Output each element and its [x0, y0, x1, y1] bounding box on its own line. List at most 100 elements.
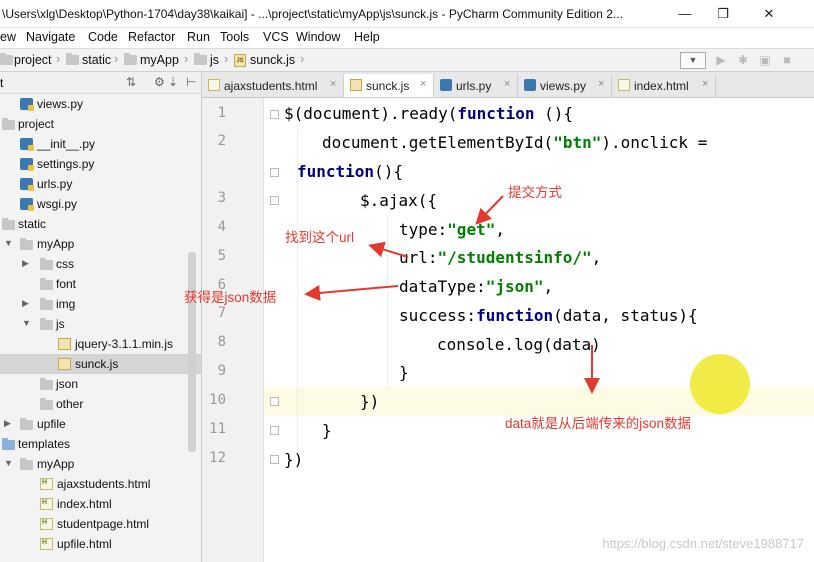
- code-token: function: [457, 104, 535, 123]
- code-token: ,: [495, 220, 505, 239]
- tree-item-css[interactable]: ▶ css: [0, 254, 201, 274]
- menu-tools[interactable]: Tools: [220, 30, 249, 44]
- tree-item-templates[interactable]: templates: [0, 434, 201, 454]
- project-scrollbar[interactable]: [188, 252, 196, 452]
- run-config-dropdown[interactable]: ▼: [680, 52, 706, 69]
- tree-item-font[interactable]: font: [0, 274, 201, 294]
- code-line-2-cont: function(){: [297, 162, 403, 181]
- code-token: "get": [447, 220, 496, 239]
- close-icon[interactable]: ×: [702, 78, 708, 90]
- chevron-down-icon[interactable]: ⇣: [168, 75, 178, 89]
- sync-icon[interactable]: ⇅: [126, 75, 136, 89]
- tree-item-myapp[interactable]: ▼ myApp: [0, 234, 201, 254]
- breadcrumb-static[interactable]: static: [82, 53, 111, 67]
- tree-item-js[interactable]: ▼ js: [0, 314, 201, 334]
- html-file-icon: [40, 478, 53, 490]
- debug-icon[interactable]: ✱: [734, 52, 752, 69]
- tree-item-init-py[interactable]: __init__.py: [0, 134, 201, 154]
- menu-view[interactable]: ew: [0, 30, 16, 44]
- code-token: ,: [543, 277, 554, 296]
- tree-item-label: upfile: [37, 417, 66, 431]
- tree-item-views-py[interactable]: views.py: [0, 94, 201, 114]
- tab-label: views.py: [540, 79, 587, 93]
- tree-item-json[interactable]: json: [0, 374, 201, 394]
- tree-item-img[interactable]: ▶ img: [0, 294, 201, 314]
- tab-ajaxstudents-html[interactable]: ajaxstudents.html ×: [202, 74, 344, 97]
- navigation-bar: project › static › myApp › js › JS sunck…: [0, 48, 814, 72]
- code-editor[interactable]: 1 2 3 4 5 6 7 8 9 10 11 12 $(document).r…: [202, 98, 814, 562]
- folder-icon: [66, 53, 79, 65]
- tree-item-ajaxstudents-html[interactable]: ajaxstudents.html: [0, 474, 201, 494]
- annotation-data-desc: data就是从后端传来的json数据: [505, 416, 692, 431]
- tree-item-other[interactable]: other: [0, 394, 201, 414]
- close-icon[interactable]: ×: [420, 78, 426, 90]
- coverage-icon[interactable]: ▣: [756, 52, 774, 69]
- code-token: document.getElementById(: [322, 133, 554, 152]
- menu-help[interactable]: Help: [354, 30, 380, 44]
- fold-marker-icon[interactable]: [270, 455, 279, 464]
- breadcrumb-myapp[interactable]: myApp: [140, 53, 179, 67]
- tree-item-jquery-js[interactable]: jquery-3.1.1.min.js: [0, 334, 201, 354]
- code-token: ).onclick =: [601, 133, 708, 152]
- tab-urls-py[interactable]: urls.py ×: [434, 74, 518, 97]
- tree-item-index-html[interactable]: index.html: [0, 494, 201, 514]
- tab-label: index.html: [634, 79, 689, 93]
- menu-run[interactable]: Run: [187, 30, 210, 44]
- breadcrumb-js[interactable]: js: [210, 53, 219, 67]
- collapsed-arrow-icon[interactable]: ▶: [22, 258, 29, 269]
- tree-item-wsgi-py[interactable]: wsgi.py: [0, 194, 201, 214]
- run-icon[interactable]: ▶: [712, 52, 730, 69]
- tree-item-static[interactable]: static: [0, 214, 201, 234]
- menu-navigate[interactable]: Navigate: [26, 30, 75, 44]
- collapsed-arrow-icon[interactable]: ▶: [22, 298, 29, 309]
- maximize-button[interactable]: ❐: [708, 4, 738, 24]
- tree-item-label: myApp: [37, 237, 75, 251]
- expanded-arrow-icon[interactable]: ▼: [22, 318, 31, 328]
- tree-item-sunck-js[interactable]: sunck.js: [0, 354, 201, 374]
- code-token: "/studentsinfo/": [437, 248, 592, 267]
- code-line-7: success:function(data, status){: [399, 306, 698, 325]
- fold-marker-icon[interactable]: [270, 168, 279, 177]
- close-icon[interactable]: ×: [330, 78, 336, 90]
- close-button[interactable]: ✕: [754, 4, 784, 24]
- code-line-2: document.getElementById("btn").onclick =: [322, 133, 707, 152]
- code-line-8: console.log(data): [437, 335, 601, 354]
- tree-item-settings-py[interactable]: settings.py: [0, 154, 201, 174]
- minimize-button[interactable]: —: [670, 4, 700, 24]
- fold-marker-icon[interactable]: [270, 426, 279, 435]
- stop-icon[interactable]: ■: [778, 52, 796, 69]
- tree-item-upfile[interactable]: ▶ upfile: [0, 414, 201, 434]
- fold-marker-icon[interactable]: [270, 397, 279, 406]
- hide-icon[interactable]: ⊢: [186, 75, 196, 89]
- menu-code[interactable]: Code: [88, 30, 118, 44]
- tree-item-urls-py[interactable]: urls.py: [0, 174, 201, 194]
- tree-item-templates-myapp[interactable]: ▼ myApp: [0, 454, 201, 474]
- menu-vcs[interactable]: VCS: [263, 30, 289, 44]
- tree-item-label: myApp: [37, 457, 75, 471]
- collapsed-arrow-icon[interactable]: ▶: [4, 418, 11, 429]
- fold-marker-icon[interactable]: [270, 196, 279, 205]
- breadcrumb-sunck-js[interactable]: sunck.js: [250, 53, 295, 67]
- tab-views-py[interactable]: views.py ×: [518, 74, 612, 97]
- html-file-icon: [618, 79, 630, 91]
- menu-window[interactable]: Window: [296, 30, 340, 44]
- line-number: 1: [217, 105, 226, 121]
- expanded-arrow-icon[interactable]: ▼: [4, 458, 13, 468]
- fold-marker-icon[interactable]: [270, 110, 279, 119]
- tab-index-html[interactable]: index.html ×: [612, 74, 716, 97]
- code-token: (){: [534, 104, 573, 123]
- line-number: 8: [217, 334, 226, 350]
- tree-item-project[interactable]: project: [0, 114, 201, 134]
- chevron-right-icon: ›: [300, 51, 305, 66]
- expanded-arrow-icon[interactable]: ▼: [4, 238, 13, 248]
- close-icon[interactable]: ×: [504, 78, 510, 90]
- menu-refactor[interactable]: Refactor: [128, 30, 175, 44]
- breadcrumb-project[interactable]: project: [14, 53, 52, 67]
- gear-icon[interactable]: ⚙: [154, 75, 165, 89]
- code-token: }): [360, 392, 380, 411]
- tab-label: sunck.js: [366, 79, 410, 93]
- tab-sunck-js[interactable]: sunck.js ×: [344, 74, 434, 97]
- tree-item-studentpage-html[interactable]: studentpage.html: [0, 514, 201, 534]
- close-icon[interactable]: ×: [598, 78, 604, 90]
- tree-item-upfile-html[interactable]: upfile.html: [0, 534, 201, 554]
